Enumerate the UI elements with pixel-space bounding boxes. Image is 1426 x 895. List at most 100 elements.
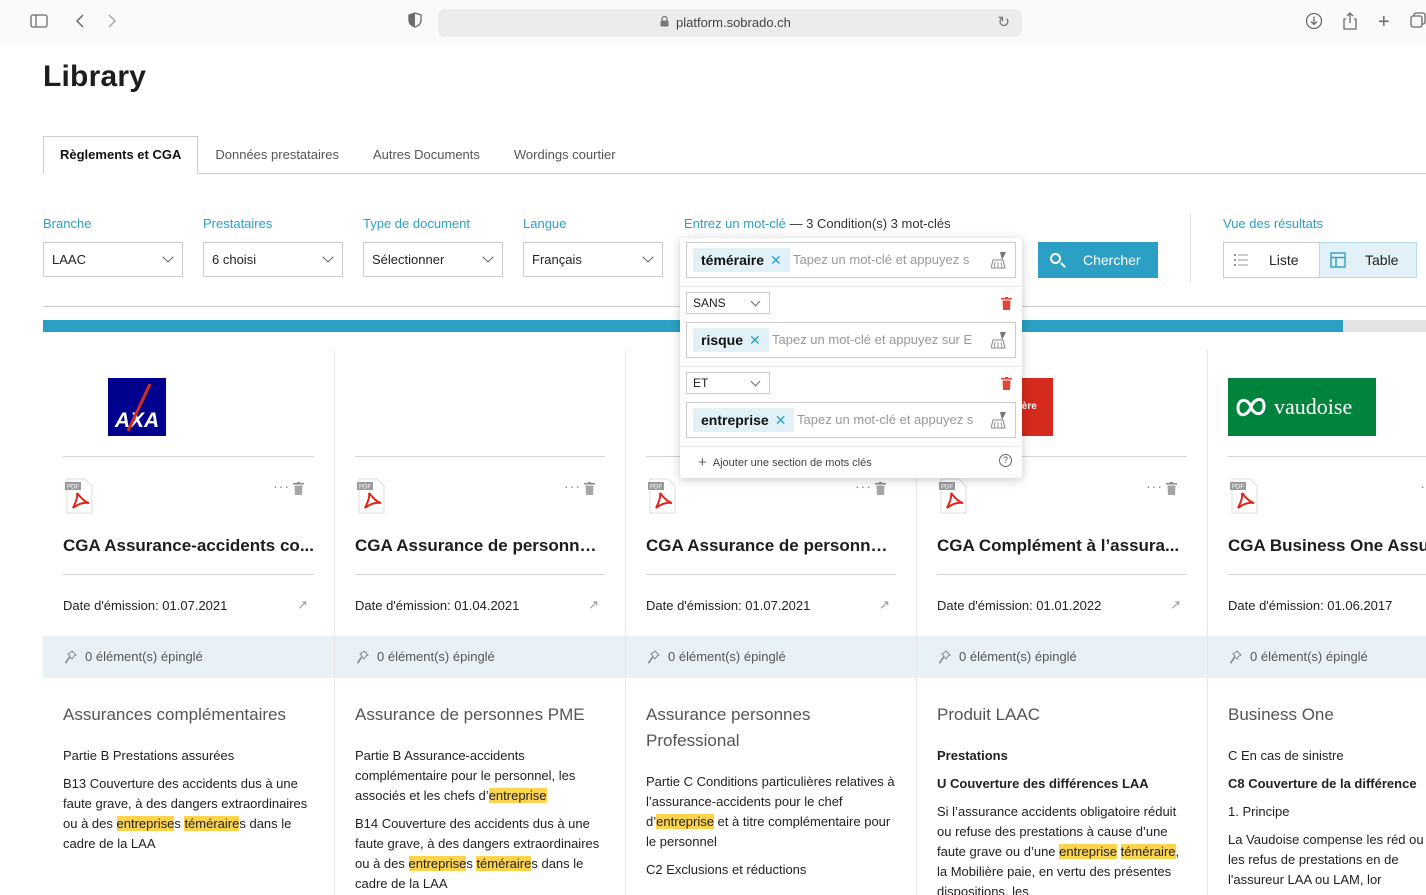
close-icon[interactable]: ✕: [749, 332, 761, 348]
card-date: Date d'émission: 01.07.2021: [646, 598, 811, 613]
keyword-input[interactable]: Tapez un mot-clé et appuyez s: [797, 412, 989, 427]
chevron-down-icon: [750, 296, 761, 307]
download-icon[interactable]: [1305, 12, 1323, 34]
keyword-input[interactable]: Tapez un mot-clé et appuyez s: [793, 252, 989, 267]
back-icon[interactable]: [75, 12, 85, 32]
excerpt-text: C2 Exclusions et réductions: [646, 862, 807, 877]
excerpt-text: B14 Couverture des accidents dus à une f…: [355, 816, 600, 891]
add-keyword-section-button[interactable]: + Ajouter une section de mots clés: [698, 454, 872, 471]
search-icon: [1050, 253, 1061, 264]
pdf-icon: PDF: [648, 478, 676, 514]
more-options-icon[interactable]: ·: [1420, 478, 1426, 494]
keyword-chip-label: téméraire: [701, 252, 765, 268]
keyword-field-1[interactable]: téméraire ✕ Tapez un mot-clé et appuyez s: [686, 242, 1016, 278]
close-icon[interactable]: ✕: [770, 252, 782, 268]
card-title[interactable]: CGA Complément à l’assura...: [937, 536, 1187, 556]
view-list-button[interactable]: Liste: [1223, 242, 1320, 278]
clear-brush-icon[interactable]: [991, 331, 1007, 349]
privacy-shield-icon[interactable]: [408, 12, 422, 32]
trash-icon[interactable]: [293, 482, 304, 495]
card-title[interactable]: CGA Assurance-accidents co...: [63, 536, 314, 556]
clear-brush-icon[interactable]: [991, 411, 1007, 429]
tab-donnees-prestataires[interactable]: Données prestataires: [198, 136, 356, 174]
excerpt-subtitle: Partie B Assurance-accidents complémenta…: [355, 748, 576, 803]
search-button[interactable]: Chercher: [1038, 242, 1158, 278]
pin-icon[interactable]: [648, 650, 660, 664]
address-bar[interactable]: platform.sobrado.ch ↻: [438, 9, 1022, 37]
more-options-icon[interactable]: ···: [855, 478, 872, 494]
langue-value: Français: [532, 252, 582, 267]
new-tab-icon[interactable]: +: [1378, 12, 1390, 32]
keyword-field-2[interactable]: risque ✕ Tapez un mot-clé et appuyez sur …: [686, 322, 1016, 358]
tab-overview-icon[interactable]: [1410, 12, 1426, 32]
card-section-heading: Business One: [1228, 705, 1334, 724]
excerpt-subtitle-3: 1. Principe: [1228, 804, 1290, 819]
remove-section-trash-icon[interactable]: [1001, 377, 1012, 390]
langue-select[interactable]: Français: [523, 242, 663, 277]
prestataires-label: Prestataires: [203, 216, 273, 231]
keyword-input[interactable]: Tapez un mot-clé et appuyez sur E: [772, 332, 988, 347]
forward-icon[interactable]: [107, 12, 117, 32]
pdf-icon: PDF: [939, 478, 967, 514]
prestataires-select[interactable]: 6 choisi: [203, 242, 343, 277]
sidebar-toggle-icon[interactable]: [30, 12, 48, 32]
pin-icon[interactable]: [65, 650, 77, 664]
operator-select[interactable]: SANS: [686, 292, 770, 314]
document-card: AXA PDF ··· CGA Assurance-accidents co..…: [43, 350, 334, 895]
keyword-chip-label: risque: [701, 332, 744, 348]
open-external-icon[interactable]: ↗: [588, 597, 599, 613]
help-icon[interactable]: ?: [999, 454, 1012, 467]
trash-icon[interactable]: [584, 482, 595, 495]
card-title[interactable]: CGA Assurance de personnes...: [646, 536, 896, 556]
reload-icon[interactable]: ↻: [997, 13, 1010, 31]
trash-icon[interactable]: [875, 482, 886, 495]
remove-section-trash-icon[interactable]: [1001, 297, 1012, 310]
excerpt-text: La Vaudoise compense les réd ou les refu…: [1228, 832, 1424, 887]
close-icon[interactable]: ✕: [775, 412, 787, 428]
clear-brush-icon[interactable]: [991, 251, 1007, 269]
trash-icon[interactable]: [1166, 482, 1177, 495]
library-tabs: Règlements et CGA Données prestataires A…: [43, 136, 633, 174]
card-date: Date d'émission: 01.06.2017: [1228, 598, 1393, 613]
card-excerpt: Prestations U Couverture des différences…: [937, 746, 1189, 895]
open-external-icon[interactable]: ↗: [297, 597, 308, 613]
tab-reglements-cga[interactable]: Règlements et CGA: [43, 136, 199, 174]
type-document-select[interactable]: Sélectionner: [363, 242, 503, 277]
page-title: Library: [43, 60, 147, 93]
more-options-icon[interactable]: ···: [1146, 478, 1163, 494]
vaudoise-logo-text: vaudoise: [1274, 394, 1353, 419]
chevron-down-icon: [322, 251, 334, 263]
card-divider: [937, 574, 1187, 575]
pin-icon[interactable]: [939, 650, 951, 664]
pin-icon[interactable]: [357, 650, 369, 664]
pinned-bar: 0 élément(s) épinglé: [626, 636, 916, 678]
filters-divider: [1190, 213, 1191, 283]
keyword-label-text: Entrez un mot-clé: [684, 216, 786, 231]
open-external-icon[interactable]: ↗: [879, 597, 890, 613]
more-options-icon[interactable]: ···: [564, 478, 581, 494]
branche-select[interactable]: LAAC: [43, 242, 183, 277]
chevron-down-icon: [642, 251, 654, 263]
card-date: Date d'émission: 01.01.2022: [937, 598, 1102, 613]
view-table-button[interactable]: Table: [1319, 242, 1417, 278]
card-divider: [355, 574, 605, 575]
open-external-icon[interactable]: ↗: [1170, 597, 1181, 613]
card-divider: [1228, 574, 1426, 575]
card-title[interactable]: CGA Assurance de personnes...: [355, 536, 605, 556]
card-title[interactable]: CGA Business One Assurance: [1228, 536, 1426, 556]
excerpt-text: Si l’assurance accidents obligatoire réd…: [937, 804, 1180, 895]
pin-icon[interactable]: [1230, 650, 1242, 664]
chevron-down-icon: [482, 251, 494, 263]
card-divider: [355, 456, 605, 457]
view-table-label: Table: [1365, 252, 1399, 268]
operator-select[interactable]: ET: [686, 372, 770, 394]
tab-autres-documents[interactable]: Autres Documents: [356, 136, 497, 174]
tab-wordings-courtier[interactable]: Wordings courtier: [497, 136, 633, 174]
share-icon[interactable]: [1342, 12, 1358, 34]
keyword-field-3[interactable]: entreprise ✕ Tapez un mot-clé et appuyez …: [686, 402, 1016, 438]
more-options-icon[interactable]: ···: [273, 478, 290, 494]
type-document-value: Sélectionner: [372, 252, 445, 267]
type-document-label: Type de document: [363, 216, 470, 231]
pinned-bar: 0 élément(s) épinglé: [917, 636, 1207, 678]
operator-value: SANS: [693, 296, 726, 310]
